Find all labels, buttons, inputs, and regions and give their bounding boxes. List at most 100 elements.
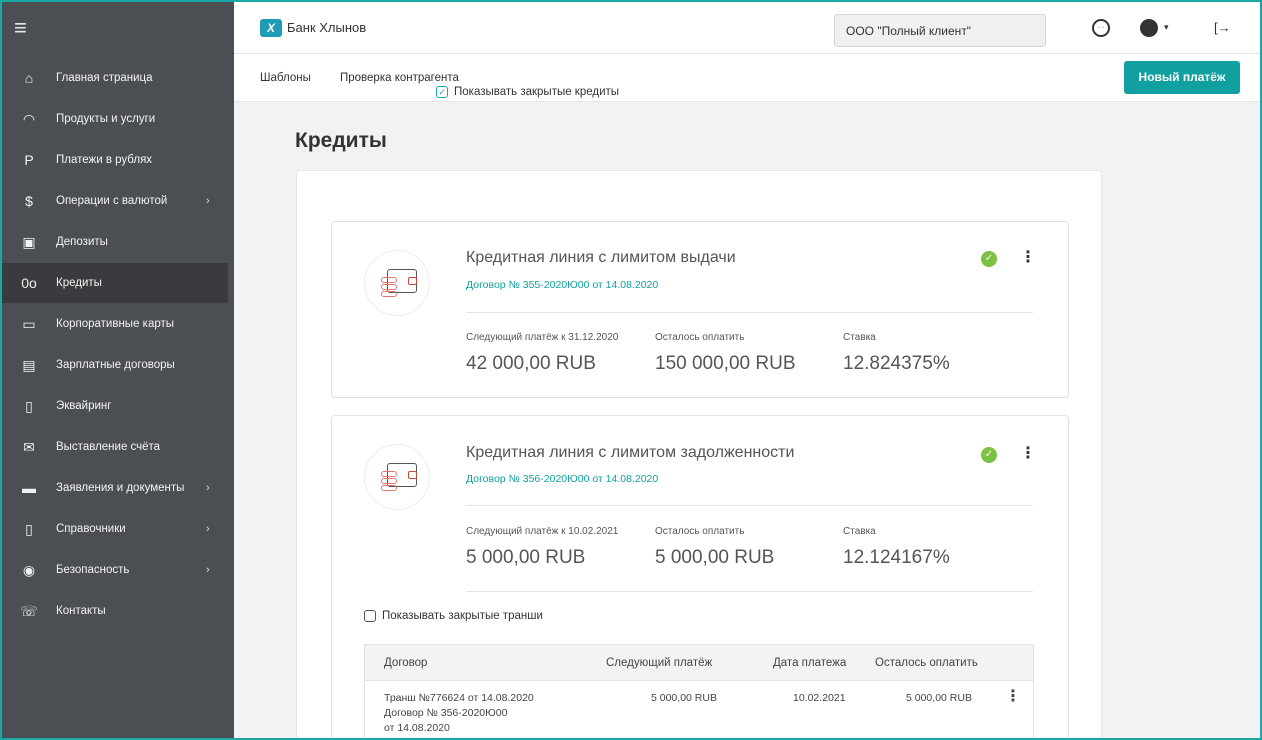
sidebar-item[interactable]: ☏ Контакты bbox=[2, 591, 228, 631]
wallet-coins-icon bbox=[364, 250, 430, 316]
sidebar-item[interactable]: $ Операции с валютой › bbox=[2, 181, 228, 221]
divider bbox=[466, 591, 1033, 592]
sidebar: ≡ ⌂ Главная страница ◠ Продукты и услуги Р Пл… bbox=[2, 2, 234, 738]
sidebar-item-label: Справочники bbox=[56, 523, 126, 535]
tranche-next-payment: 5 000,00 RUB bbox=[651, 692, 717, 704]
next-payment-label: Следующий платёж к 10.02.2021 bbox=[466, 526, 619, 537]
bank-name[interactable]: Банк Хлынов bbox=[287, 20, 366, 35]
sidebar-item-label: Эквайринг bbox=[56, 400, 112, 412]
page-title: Кредиты bbox=[295, 129, 387, 152]
sidebar-item[interactable]: ▬ Заявления и документы › bbox=[2, 468, 228, 508]
sidebar-item-label: Главная страница bbox=[56, 72, 153, 84]
sidebar-item-label: Выставление счёта bbox=[56, 441, 161, 453]
credit-contract-link[interactable]: Договор № 356-2020Ю00 от 14.08.2020 bbox=[466, 473, 658, 485]
phone-icon: ☏ bbox=[20, 602, 38, 619]
invoice-icon: ✉ bbox=[23, 438, 35, 455]
sidebar-item[interactable]: Р Платежи в рублях bbox=[2, 140, 228, 180]
next-payment-value: 42 000,00 RUB bbox=[466, 353, 596, 374]
remaining-value: 5 000,00 RUB bbox=[655, 547, 775, 568]
bank-logo-icon[interactable]: Х bbox=[260, 19, 282, 37]
wallet-coins-icon bbox=[364, 444, 430, 510]
remaining-label: Осталось оплатить bbox=[655, 332, 745, 343]
show-closed-tranches-checkbox[interactable]: Показывать закрытые транши bbox=[364, 610, 543, 622]
user-avatar-icon[interactable] bbox=[1140, 19, 1158, 37]
sidebar-item[interactable]: ⌂ Главная страница bbox=[2, 58, 228, 98]
templates-link[interactable]: Шаблоны bbox=[260, 72, 311, 84]
card-icon: ▭ bbox=[22, 315, 36, 332]
app-window: ≡ ⌂ Главная страница ◠ Продукты и услуги Р Пл… bbox=[0, 0, 1262, 740]
sidebar-item[interactable]: ◠ Продукты и услуги bbox=[2, 99, 228, 139]
credit-title[interactable]: Кредитная линия с лимитом задолженности bbox=[466, 444, 794, 462]
sidebar-item[interactable]: ◉ Безопасность › bbox=[2, 550, 228, 590]
chevron-down-icon[interactable]: ▾ bbox=[1164, 22, 1169, 33]
sidebar-item-label: Продукты и услуги bbox=[56, 113, 156, 125]
credit-contract-link[interactable]: Договор № 355-2020Ю00 от 14.08.2020 bbox=[466, 279, 658, 291]
chat-icon[interactable]: ··· bbox=[1092, 19, 1110, 37]
status-ok-icon: ✓ bbox=[981, 251, 997, 267]
sidebar-item[interactable]: ▯ Эквайринг bbox=[2, 386, 228, 426]
tranche-payment-date: 10.02.2021 bbox=[793, 692, 846, 704]
credit-title[interactable]: Кредитная линия с лимитом выдачи bbox=[466, 249, 736, 267]
sidebar-item-label: Кредиты bbox=[56, 277, 102, 289]
sidebar-item[interactable]: ▤ Зарплатные договоры bbox=[2, 345, 228, 385]
sidebar-item-label: Корпоративные карты bbox=[56, 318, 175, 330]
counterparty-check-link[interactable]: Проверка контрагента bbox=[340, 72, 459, 84]
rate-value: 12.824375% bbox=[843, 353, 950, 374]
more-options-icon[interactable]: ⋮ bbox=[1020, 446, 1036, 462]
checkbox-unchecked-icon[interactable] bbox=[364, 610, 376, 622]
credit-icon: 0о bbox=[21, 275, 37, 291]
show-closed-credits-label: Показывать закрытые кредиты bbox=[454, 86, 620, 98]
deposit-icon: ▣ bbox=[22, 233, 36, 250]
salary-icon: ▤ bbox=[22, 356, 36, 373]
chevron-right-icon: › bbox=[206, 195, 210, 207]
sidebar-item[interactable]: ▣ Депозиты bbox=[2, 222, 228, 262]
sidebar-item[interactable]: ▯ Справочники › bbox=[2, 509, 228, 549]
terminal-icon: ▯ bbox=[25, 397, 33, 414]
next-payment-value: 5 000,00 RUB bbox=[466, 547, 586, 568]
column-header-contract: Договор bbox=[384, 657, 428, 669]
status-ok-icon: ✓ bbox=[981, 447, 997, 463]
logout-icon[interactable]: [→ bbox=[1214, 20, 1231, 35]
tranche-contract-date: от 14.08.2020 bbox=[384, 722, 450, 734]
book-icon: ▯ bbox=[25, 520, 33, 537]
divider bbox=[466, 505, 1033, 506]
tranche-remaining: 5 000,00 RUB bbox=[906, 692, 972, 704]
top-header: Х Банк Хлынов ООО "Полный клиент" ··· ▾ … bbox=[234, 2, 1260, 54]
column-header-payment-date: Дата платежа bbox=[773, 657, 847, 669]
sidebar-item[interactable]: ✉ Выставление счёта bbox=[2, 427, 228, 467]
sidebar-item-label: Заявления и документы bbox=[56, 482, 185, 494]
home-icon: ⌂ bbox=[24, 70, 34, 86]
sidebar-item-label: Депозиты bbox=[56, 236, 108, 248]
sidebar-item-label: Операции с валютой bbox=[56, 195, 168, 207]
menu-icon[interactable]: ≡ bbox=[14, 17, 27, 39]
column-header-remaining: Осталось оплатить bbox=[875, 657, 978, 669]
chevron-right-icon: › bbox=[206, 564, 210, 576]
sidebar-item-label: Безопасность bbox=[56, 564, 130, 576]
rate-value: 12.124167% bbox=[843, 547, 950, 568]
tranche-contract: Договор № 356-2020Ю00 bbox=[384, 707, 508, 719]
new-payment-button[interactable]: Новый платёж bbox=[1124, 61, 1240, 94]
sidebar-item[interactable]: 0о Кредиты bbox=[2, 263, 228, 303]
sidebar-item-label: Платежи в рублях bbox=[56, 154, 153, 166]
client-selector[interactable]: ООО "Полный клиент" bbox=[834, 14, 1046, 47]
tranche-name[interactable]: Транш №776624 от 14.08.2020 bbox=[384, 691, 534, 706]
sidebar-item-label: Контакты bbox=[56, 605, 106, 617]
bag-icon: ◠ bbox=[22, 110, 36, 127]
remaining-label: Осталось оплатить bbox=[655, 526, 745, 537]
more-options-icon[interactable]: ⋮ bbox=[1005, 689, 1021, 705]
credit-card: Кредитная линия с лимитом выдачи Договор… bbox=[331, 221, 1069, 398]
show-closed-credits-checkbox[interactable]: ✓ Показывать закрытые кредиты bbox=[436, 86, 619, 98]
folder-icon: ▬ bbox=[22, 480, 36, 496]
shield-icon: ◉ bbox=[22, 561, 36, 578]
rate-label: Ставка bbox=[843, 526, 876, 537]
more-options-icon[interactable]: ⋮ bbox=[1020, 250, 1036, 266]
chevron-right-icon: › bbox=[206, 482, 210, 494]
dollar-icon: $ bbox=[25, 193, 33, 209]
checkbox-checked-icon[interactable]: ✓ bbox=[436, 86, 448, 98]
tranche-contract-cell: Транш №776624 от 14.08.2020 Договор № 35… bbox=[384, 691, 534, 736]
sidebar-item-label: Зарплатные договоры bbox=[56, 359, 175, 371]
sidebar-item[interactable]: ▭ Корпоративные карты bbox=[2, 304, 228, 344]
column-header-next-payment: Следующий платёж bbox=[606, 657, 713, 669]
table-header: Договор Следующий платёж Дата платежа Ос… bbox=[365, 645, 1033, 681]
sub-header: Шаблоны Проверка контрагента ✓ Показыват… bbox=[234, 54, 1260, 102]
